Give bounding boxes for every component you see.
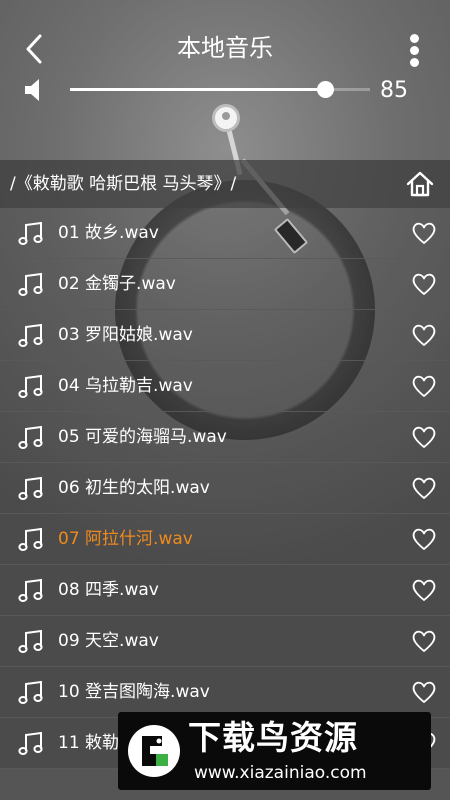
- bird-logo-icon: [126, 722, 182, 780]
- track-name: 08 四季.wav: [58, 580, 159, 600]
- watermark-banner: 下载鸟资源 www.xiazainiao.com: [118, 712, 431, 790]
- music-note-icon: [18, 220, 46, 248]
- volume-slider[interactable]: [70, 81, 370, 98]
- track-row[interactable]: 08 四季.wav: [0, 565, 450, 616]
- watermark-title: 下载鸟资源: [188, 718, 358, 757]
- track-row[interactable]: 04 乌拉勒吉.wav: [0, 361, 450, 412]
- track-name: 04 乌拉勒吉.wav: [58, 376, 193, 396]
- music-note-icon: [18, 373, 46, 401]
- music-note-icon: [18, 526, 46, 554]
- heart-icon[interactable]: [410, 321, 438, 349]
- track-name: 03 罗阳姑娘.wav: [58, 325, 193, 345]
- heart-icon[interactable]: [410, 270, 438, 298]
- track-name: 09 天空.wav: [58, 631, 159, 651]
- heart-icon[interactable]: [410, 474, 438, 502]
- heart-icon[interactable]: [410, 372, 438, 400]
- track-row[interactable]: 05 可爱的海骝马.wav: [0, 412, 450, 463]
- music-note-icon: [18, 424, 46, 452]
- track-row[interactable]: 01 故乡.wav: [0, 208, 450, 259]
- track-row[interactable]: 06 初生的太阳.wav: [0, 463, 450, 514]
- volume-slider-fill: [70, 88, 325, 91]
- track-row[interactable]: 02 金镯子.wav: [0, 259, 450, 310]
- music-note-icon: [18, 322, 46, 350]
- track-name: 05 可爱的海骝马.wav: [58, 427, 227, 447]
- page-title: 本地音乐: [177, 34, 273, 62]
- track-row[interactable]: 07 阿拉什河.wav: [0, 514, 450, 565]
- track-row[interactable]: 03 罗阳姑娘.wav: [0, 310, 450, 361]
- heart-icon[interactable]: [410, 678, 438, 706]
- track-name: 06 初生的太阳.wav: [58, 478, 210, 498]
- track-row[interactable]: 09 天空.wav: [0, 616, 450, 667]
- heart-icon[interactable]: [410, 525, 438, 553]
- music-note-icon: [18, 679, 46, 707]
- breadcrumb: /《敕勒歌 哈斯巴根 马头琴》/: [0, 160, 450, 208]
- watermark-url: www.xiazainiao.com: [194, 763, 367, 783]
- music-note-icon: [18, 628, 46, 656]
- heart-icon[interactable]: [410, 576, 438, 604]
- heart-icon[interactable]: [410, 423, 438, 451]
- heart-icon[interactable]: [410, 219, 438, 247]
- speaker-icon[interactable]: [22, 76, 50, 104]
- volume-slider-thumb[interactable]: [317, 81, 334, 98]
- track-name: 01 故乡.wav: [58, 223, 159, 243]
- home-icon[interactable]: [405, 170, 435, 198]
- music-note-icon: [18, 271, 46, 299]
- music-note-icon: [18, 730, 46, 758]
- music-note-icon: [18, 577, 46, 605]
- track-name: 02 金镯子.wav: [58, 274, 176, 294]
- volume-value: 85: [380, 78, 408, 103]
- tonearm-pivot: [212, 104, 240, 132]
- more-options-icon[interactable]: [402, 34, 426, 67]
- breadcrumb-path[interactable]: /《敕勒歌 哈斯巴根 马头琴》/: [10, 160, 236, 208]
- music-note-icon: [18, 475, 46, 503]
- track-name: 07 阿拉什河.wav: [58, 529, 193, 549]
- track-name: 10 登吉图陶海.wav: [58, 682, 210, 702]
- track-row[interactable]: 10 登吉图陶海.wav: [0, 667, 450, 718]
- heart-icon[interactable]: [410, 627, 438, 655]
